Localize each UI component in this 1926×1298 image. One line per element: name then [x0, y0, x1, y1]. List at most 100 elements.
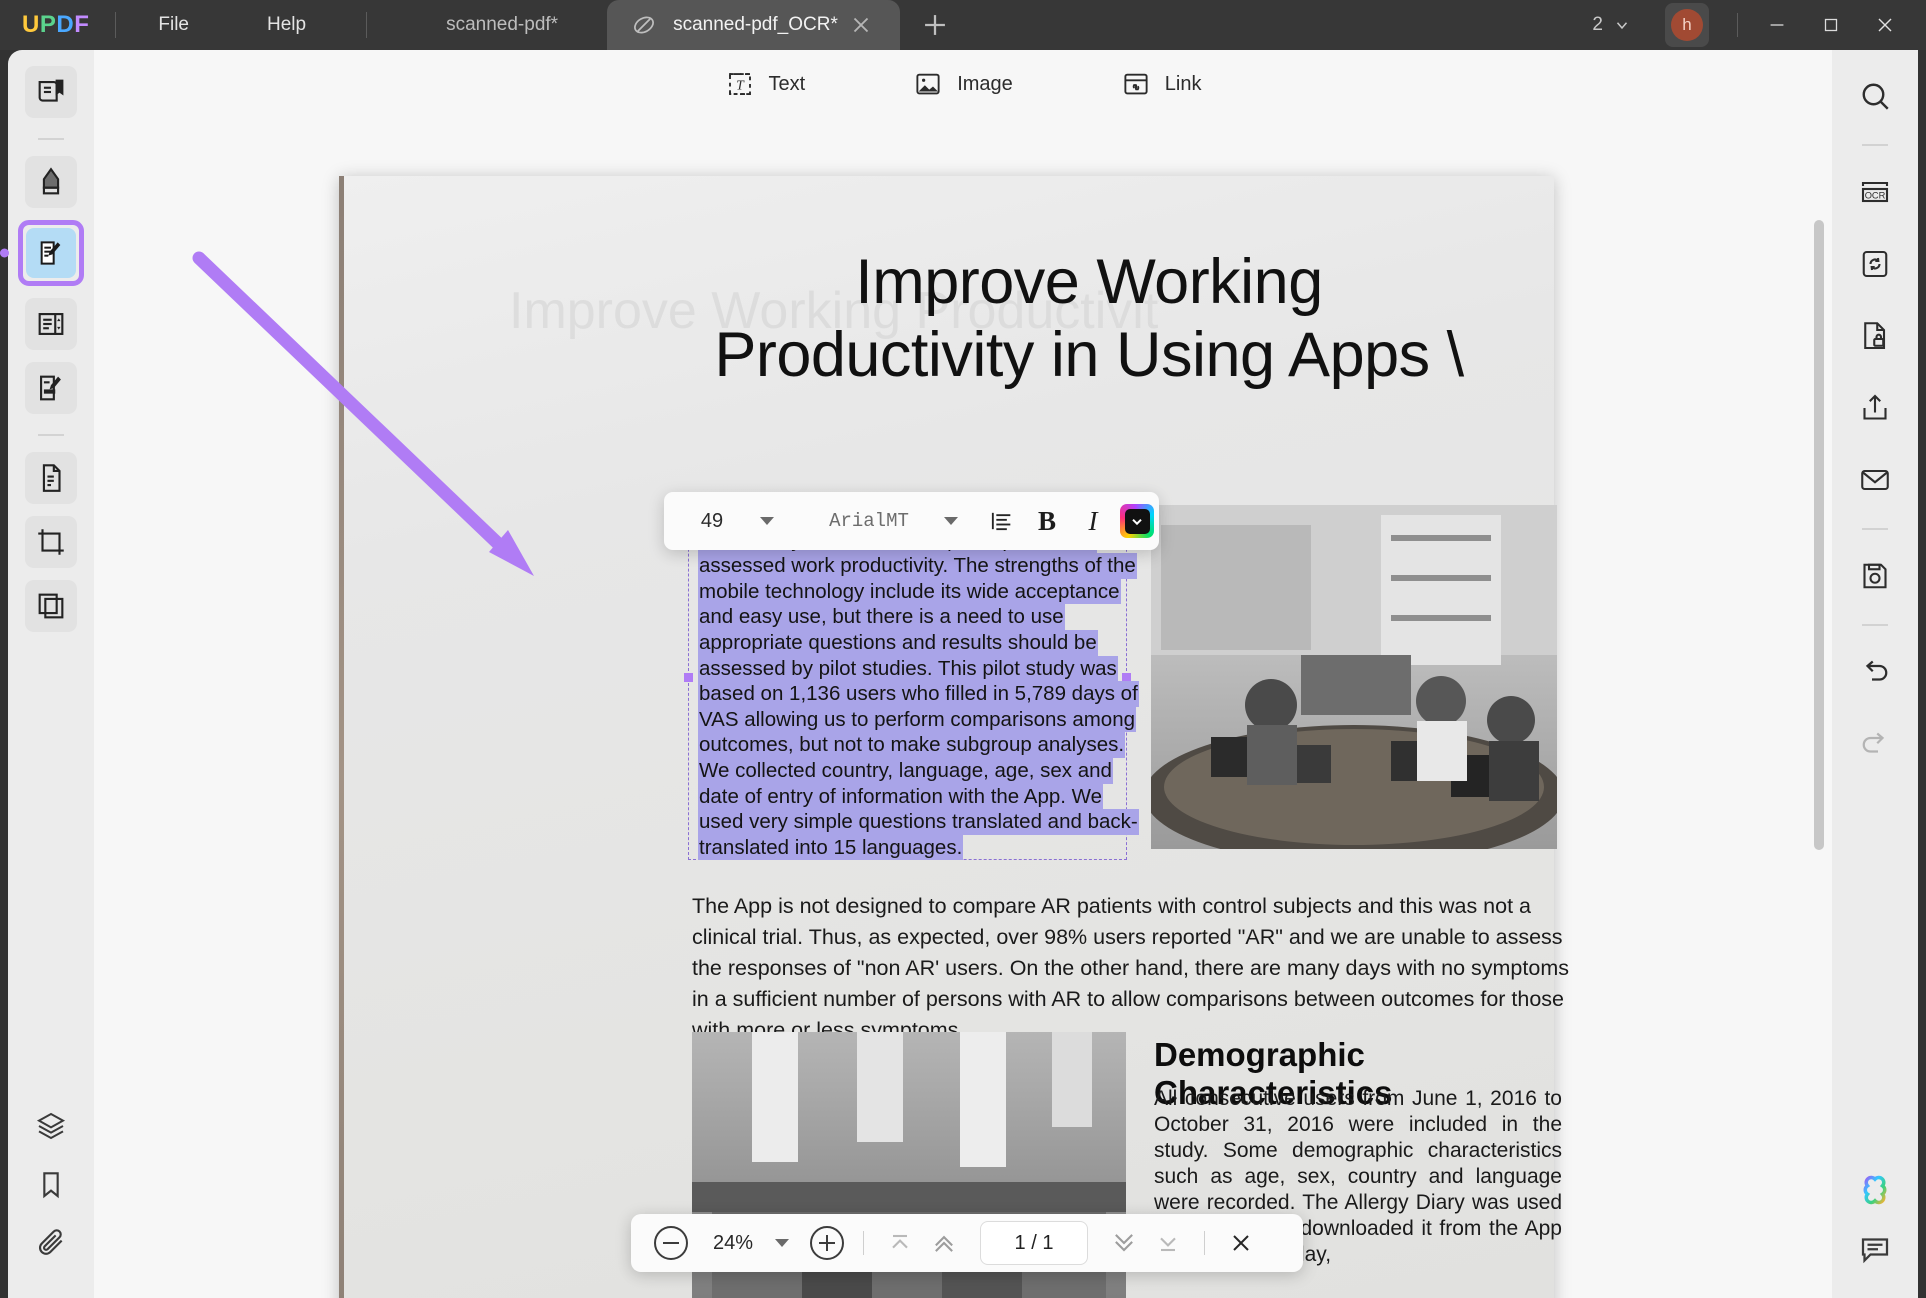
photo-content	[1151, 505, 1557, 849]
paperclip-icon[interactable]	[35, 1226, 67, 1258]
maximize-icon	[1824, 18, 1838, 32]
selected-text-line-content: and easy use, but there is a need to use	[698, 604, 1065, 630]
divider	[1862, 624, 1888, 626]
divider	[366, 12, 368, 38]
zoom-in-button[interactable]	[807, 1223, 847, 1263]
text-box-icon: T	[728, 73, 751, 95]
svg-text:OCR: OCR	[1865, 190, 1886, 200]
font-color-picker-icon	[1124, 508, 1150, 534]
font-color-button[interactable]	[1120, 504, 1154, 538]
sidebar-item-annotate[interactable]	[25, 156, 77, 208]
sidebar-item-reader-mode[interactable]	[25, 66, 77, 118]
resize-handle-left[interactable]	[684, 673, 693, 682]
selected-text-line-content: mobile technology include its wide accep…	[698, 578, 1121, 605]
highlighter-pen-icon	[42, 167, 60, 195]
font-size-value[interactable]: 49	[664, 510, 760, 533]
convert-refresh-icon	[1862, 250, 1888, 278]
search-icon	[1862, 83, 1889, 110]
form-fill-icon	[40, 375, 61, 401]
tab-scanned-pdf[interactable]: scanned-pdf*	[397, 0, 607, 50]
close-window-button[interactable]	[1858, 0, 1912, 50]
divider	[863, 1231, 864, 1255]
selected-text-line-content: We collected country, language, age, sex…	[698, 757, 1113, 784]
sidebar-item-convert-pdf[interactable]	[25, 452, 77, 504]
bold-button[interactable]: B	[1024, 498, 1070, 544]
ocr-button[interactable]: OCR	[1849, 166, 1901, 218]
bookmark-icon[interactable]	[35, 1168, 67, 1200]
plus-icon[interactable]	[918, 8, 952, 42]
font-family-value[interactable]: ArialMT	[794, 510, 944, 532]
email-button[interactable]	[1849, 454, 1901, 506]
pdf-page[interactable]: Improve Working Productivity Improve Wor…	[339, 176, 1569, 1298]
font-size-dropdown-icon[interactable]	[760, 517, 774, 525]
share-button[interactable]	[1849, 382, 1901, 434]
document-title-line2: Productivity in Using Apps \	[714, 320, 1464, 391]
zoom-out-button[interactable]	[651, 1223, 691, 1263]
italic-button[interactable]: I	[1070, 498, 1116, 544]
selected-text-line-content: VAS allowing us to perform comparisons a…	[698, 706, 1137, 733]
menu-file[interactable]: File	[142, 8, 205, 42]
crop-icon	[38, 529, 64, 555]
close-toolbar-button[interactable]	[1221, 1223, 1261, 1263]
left-toolbar	[0, 50, 94, 1298]
last-page-button[interactable]	[1148, 1223, 1188, 1263]
first-page-button[interactable]	[880, 1223, 920, 1263]
zoom-dropdown-icon[interactable]	[775, 1239, 789, 1247]
floppy-save-icon	[1863, 563, 1887, 589]
selected-text-lines: Smart devices and internet-based applica…	[698, 502, 1139, 861]
menu-help[interactable]: Help	[251, 8, 322, 42]
document-lock-icon	[1864, 322, 1886, 350]
convert-button[interactable]	[1849, 238, 1901, 290]
page-list-icon	[38, 313, 64, 335]
sidebar-item-edit-pdf[interactable]	[0, 220, 84, 286]
prev-page-button[interactable]	[924, 1223, 964, 1263]
chat-bubble-icon[interactable]	[1857, 1232, 1893, 1268]
maximize-button[interactable]	[1804, 0, 1858, 50]
logo-letter-d: D	[56, 11, 75, 38]
add-text-label: Text	[768, 72, 806, 95]
sidebar-item-form[interactable]	[25, 362, 77, 414]
text-format-toolbar[interactable]: 49 ArialMT B I	[664, 492, 1159, 550]
right-toolbar: OCR	[1832, 50, 1918, 1298]
account-button[interactable]: h	[1665, 3, 1709, 47]
document-viewport[interactable]: Improve Working Productivity Improve Wor…	[94, 124, 1832, 1298]
selected-text-line: outcomes, but not to make subgroup analy…	[698, 732, 1139, 758]
add-image-button[interactable]: Image	[899, 62, 1027, 106]
selected-text-line-content: appropriate questions and results should…	[698, 629, 1098, 656]
document-title-line1: Improve Working	[855, 247, 1323, 317]
save-button[interactable]	[1849, 550, 1901, 602]
sidebar-item-page-organize[interactable]	[25, 298, 77, 350]
logo-letter-p: P	[39, 11, 57, 38]
left-toolbar-bottom	[35, 1110, 67, 1298]
align-left-icon	[991, 512, 1011, 531]
close-icon[interactable]	[848, 12, 874, 38]
align-button[interactable]	[978, 498, 1024, 544]
search-button[interactable]	[1849, 70, 1901, 122]
add-text-button[interactable]: T Text	[711, 62, 820, 106]
book-reader-icon	[38, 79, 64, 102]
scrollbar-thumb[interactable]	[1814, 220, 1824, 850]
body-paragraph-1[interactable]: The App is not designed to compare AR pa…	[692, 891, 1572, 1046]
redo-button[interactable]	[1849, 718, 1901, 770]
divider	[38, 138, 64, 140]
add-link-button[interactable]: Link	[1107, 62, 1216, 106]
protect-button[interactable]	[1849, 310, 1901, 362]
selected-text-line-content: assessed work productivity. The strength…	[698, 553, 1137, 579]
tab-scanned-pdf-ocr[interactable]: scanned-pdf_OCR*	[607, 0, 900, 50]
meeting-room-photo[interactable]	[1151, 505, 1557, 849]
page-indicator-input[interactable]: 1 / 1	[980, 1221, 1088, 1265]
selected-text-line: mobile technology include its wide accep…	[698, 578, 1139, 605]
zoom-level-value[interactable]: 24%	[695, 1232, 771, 1255]
sidebar-item-crop[interactable]	[25, 516, 77, 568]
ai-flower-icon[interactable]	[1855, 1170, 1895, 1210]
layers-icon[interactable]	[35, 1110, 67, 1142]
right-toolbar-bottom	[1855, 1170, 1895, 1298]
next-page-button[interactable]	[1104, 1223, 1144, 1263]
vertical-scrollbar[interactable]	[1814, 212, 1824, 1212]
font-family-dropdown-icon[interactable]	[944, 517, 958, 525]
sidebar-item-compare[interactable]	[25, 580, 77, 632]
updf-window: UPDF File Help scanned-pdf* scanned-pdf_…	[0, 0, 1926, 1298]
undo-button[interactable]	[1849, 646, 1901, 698]
minimize-button[interactable]	[1750, 0, 1804, 50]
tab-count-dropdown[interactable]: 2	[1584, 10, 1639, 40]
